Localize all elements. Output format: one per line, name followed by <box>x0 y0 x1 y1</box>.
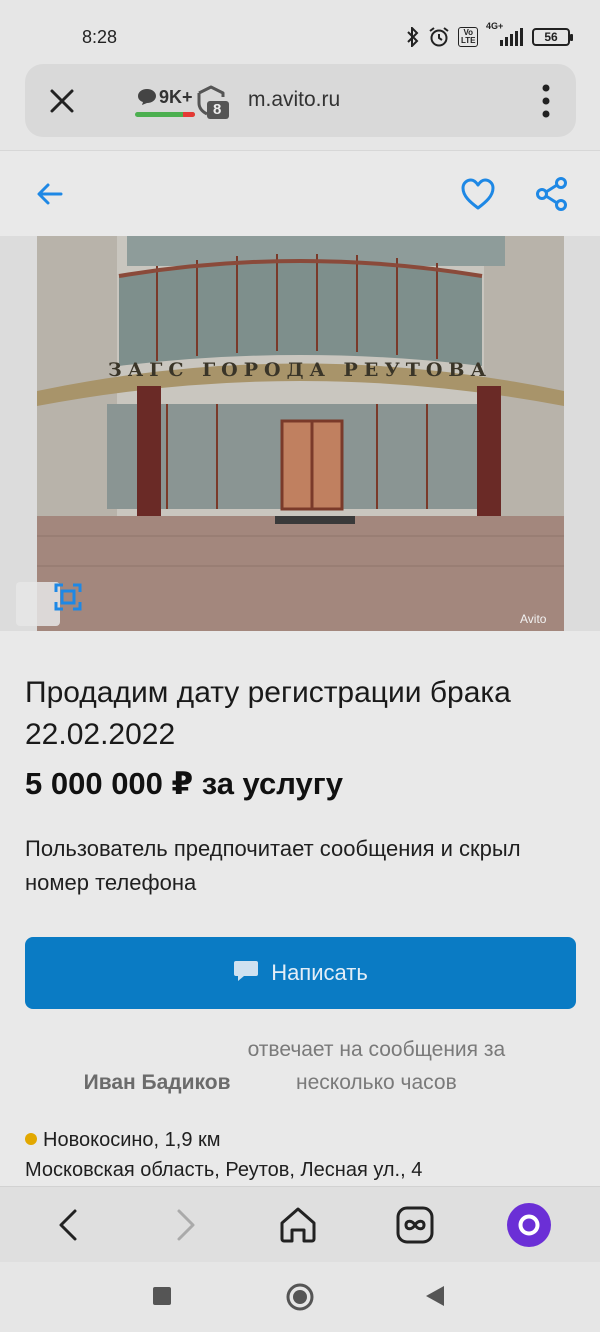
network-type: 4G+ <box>486 21 504 31</box>
comments-count: 9K+ <box>159 87 193 107</box>
recents-icon[interactable] <box>152 1286 172 1311</box>
listing-header <box>0 150 600 236</box>
address: Московская область, Реутов, Лесная ул., … <box>25 1159 423 1181</box>
building-sign-text: ЗАГС ГОРОДА РЕУТОВА <box>108 359 492 381</box>
close-icon[interactable] <box>47 86 77 116</box>
url-text[interactable]: m.avito.ru <box>248 88 340 112</box>
seller-name[interactable]: Иван Бадиков <box>84 1071 231 1094</box>
seller-response-time: отвечает на сообщения за несколько часов <box>247 1038 506 1094</box>
home-icon[interactable] <box>278 1205 318 1245</box>
system-nav-bar <box>0 1262 600 1332</box>
browser-toolbar: 9K+ 8 m.avito.ru <box>0 64 600 150</box>
comments-badge[interactable]: 9K+ <box>135 84 199 120</box>
alice-assistant-icon[interactable] <box>507 1203 551 1247</box>
metro-station: Новокосино, 1,9 км <box>43 1129 221 1151</box>
metro-line: Новокосино, 1,9 км <box>25 1125 422 1155</box>
battery-icon: 56 <box>532 28 573 46</box>
nav-forward-icon[interactable] <box>166 1205 206 1245</box>
tabs-switcher-icon[interactable] <box>395 1205 435 1245</box>
url-bar[interactable]: 9K+ 8 m.avito.ru <box>25 64 576 137</box>
rating-bar <box>135 112 195 117</box>
status-bar: 8:28 Vo LTE 4G+ 56 <box>0 0 600 64</box>
tabs-count: 8 <box>213 101 222 118</box>
avito-watermark: Avito <box>520 612 547 626</box>
write-message-button[interactable]: Написать <box>25 937 576 1009</box>
status-time: 8:28 <box>82 27 118 47</box>
listing-price: 5 000 000 ₽ за услугу <box>25 766 343 801</box>
metro-dot-icon <box>25 1132 37 1145</box>
bluetooth-icon <box>406 27 420 47</box>
write-button-label: Написать <box>271 960 368 985</box>
volte-icon: Vo LTE <box>458 27 478 47</box>
building-photo: ЗАГС ГОРОДА РЕУТОВА <box>37 236 564 631</box>
tabs-shield-icon[interactable]: 8 <box>193 81 233 121</box>
nav-back-icon[interactable] <box>48 1205 88 1245</box>
listing-photo[interactable]: ЗАГС ГОРОДА РЕУТОВА Avito <box>0 236 600 631</box>
share-icon[interactable] <box>535 176 569 212</box>
message-icon <box>233 959 259 988</box>
browser-bottom-nav <box>0 1186 600 1262</box>
system-home-icon[interactable] <box>285 1282 315 1317</box>
location-block: Новокосино, 1,9 км Московская область, Р… <box>25 1125 422 1185</box>
signal-icon: 4G+ <box>486 21 524 47</box>
alarm-icon <box>428 26 450 48</box>
listing-title: Продадим дату регистрации брака 22.02.20… <box>25 676 511 751</box>
seller-info: Иван Бадиков отвечает на сообщения за не… <box>0 1033 600 1099</box>
status-icons: Vo LTE 4G+ 56 <box>406 21 573 50</box>
system-back-icon[interactable] <box>424 1284 446 1313</box>
more-menu-icon[interactable] <box>542 84 550 118</box>
fullscreen-icon[interactable] <box>16 582 82 626</box>
chat-bubble-icon <box>138 89 156 105</box>
back-arrow-icon[interactable] <box>34 178 66 210</box>
favorite-heart-icon[interactable] <box>460 177 496 211</box>
contact-preference: Пользователь предпочитает сообщения и ск… <box>25 836 521 895</box>
